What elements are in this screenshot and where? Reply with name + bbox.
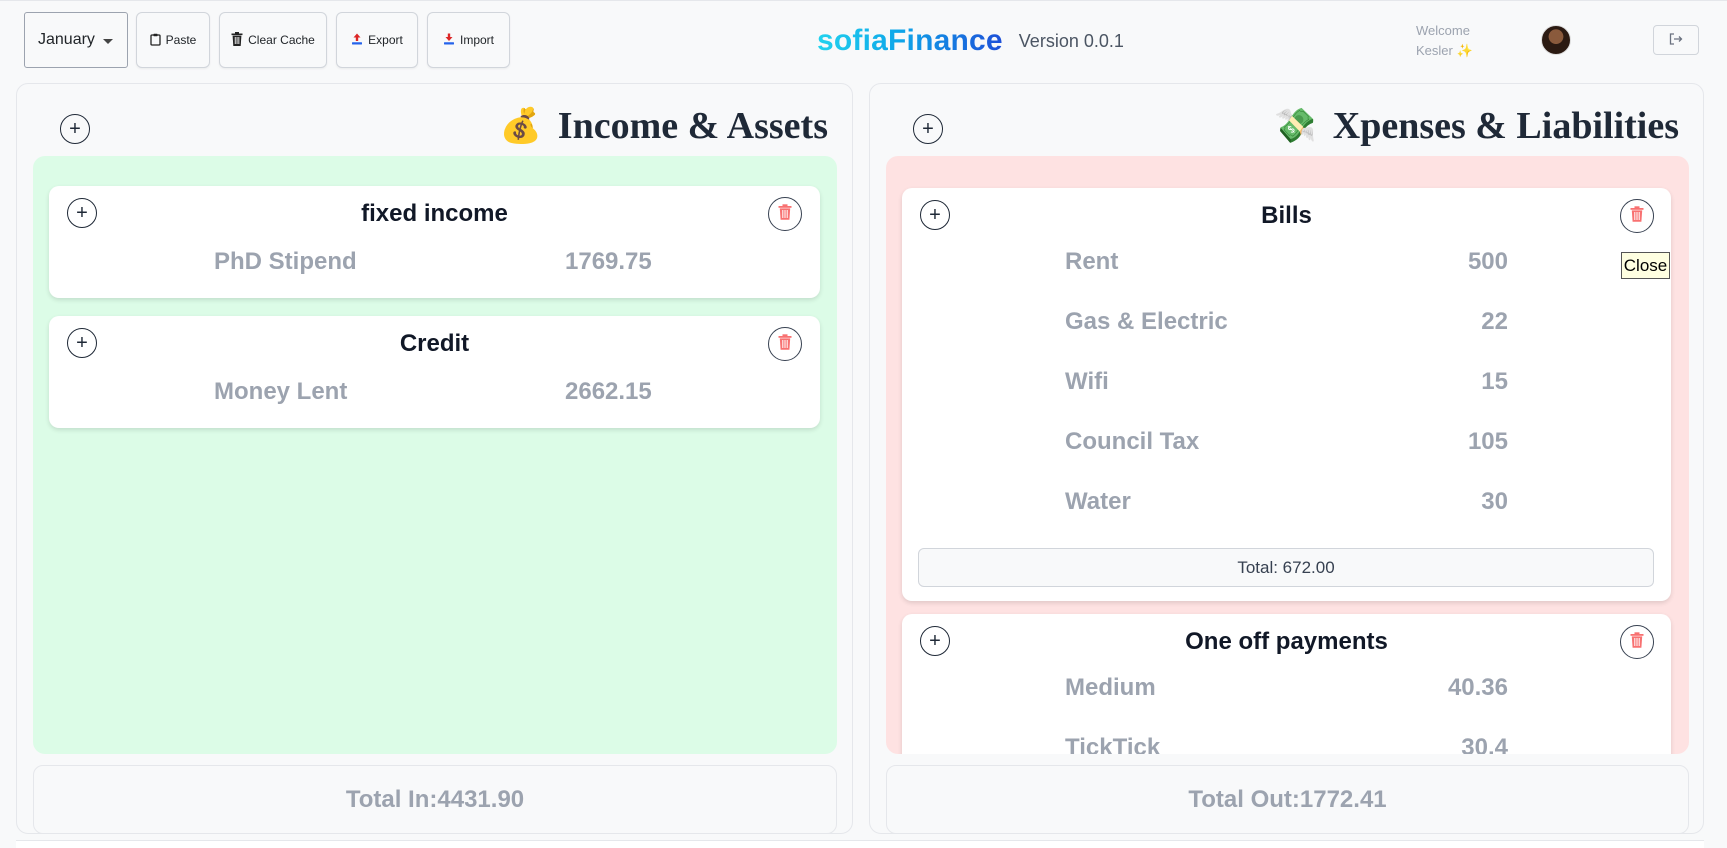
category-title: One off payments bbox=[1185, 628, 1388, 655]
category-title: Bills bbox=[1261, 202, 1312, 229]
item-name[interactable]: Rent bbox=[1065, 248, 1118, 276]
bottom-edge bbox=[16, 840, 1704, 848]
upload-icon bbox=[351, 33, 363, 47]
item-value[interactable]: 105 bbox=[1468, 428, 1508, 456]
import-button-label: Import bbox=[459, 33, 494, 47]
add-expense-category-button[interactable]: + bbox=[913, 114, 943, 144]
download-icon bbox=[443, 33, 455, 47]
month-select[interactable]: January bbox=[24, 12, 128, 68]
logout-icon bbox=[1669, 32, 1683, 48]
paste-button[interactable]: Paste bbox=[136, 12, 210, 68]
trash-icon bbox=[231, 32, 243, 48]
item-name[interactable]: Wifi bbox=[1065, 368, 1109, 396]
add-income-category-button[interactable]: + bbox=[60, 114, 90, 144]
category-card: + One off payments Medium 40.36 TickTick… bbox=[902, 614, 1671, 754]
clear-cache-button-label: Clear Cache bbox=[248, 33, 315, 47]
item-name[interactable]: Water bbox=[1065, 488, 1131, 516]
category-card: + Credit Money Lent 2662.15 bbox=[49, 316, 820, 428]
user-name: Kesler ✨ bbox=[1416, 43, 1473, 58]
item-name[interactable]: Council Tax bbox=[1065, 428, 1199, 456]
expenses-panel: + 💸 Xpenses & Liabilities + Bills Rent 5… bbox=[869, 83, 1704, 834]
category-card: + Bills Rent 500 Gas & Electric 22 Wifi … bbox=[902, 188, 1671, 601]
close-tooltip: Close bbox=[1621, 252, 1670, 279]
item-name[interactable]: TickTick bbox=[1065, 734, 1160, 754]
welcome-label: Welcome bbox=[1416, 23, 1470, 38]
category-title: Credit bbox=[399, 330, 470, 357]
income-panel-title-text: Income & Assets bbox=[557, 105, 828, 147]
income-panel: + 💰 Income & Assets + fixed income PhD S… bbox=[16, 83, 853, 834]
delete-category-button[interactable] bbox=[1620, 625, 1654, 659]
clear-cache-button[interactable]: Clear Cache bbox=[219, 12, 327, 68]
item-value[interactable]: 15 bbox=[1481, 368, 1508, 396]
category-total: Total: 672.00 bbox=[918, 548, 1654, 587]
export-button[interactable]: Export bbox=[336, 12, 418, 68]
income-panel-title: 💰 Income & Assets bbox=[499, 104, 828, 148]
logout-button[interactable] bbox=[1653, 25, 1699, 55]
export-button-label: Export bbox=[368, 33, 403, 47]
avatar[interactable] bbox=[1541, 25, 1571, 55]
plus-circle-icon: + bbox=[922, 118, 934, 140]
category-card: + fixed income PhD Stipend 1769.75 bbox=[49, 186, 820, 298]
plus-circle-icon: + bbox=[69, 118, 81, 140]
chevron-down-icon bbox=[103, 39, 113, 44]
import-button[interactable]: Import bbox=[427, 12, 510, 68]
brand: sofiaFinance Version 0.0.1 bbox=[817, 23, 1124, 59]
expenses-panel-title-text: Xpenses & Liabilities bbox=[1332, 105, 1679, 147]
clipboard-icon bbox=[150, 33, 161, 48]
trash-icon bbox=[1630, 205, 1644, 227]
trash-icon bbox=[778, 333, 792, 355]
trash-icon bbox=[778, 203, 792, 225]
top-bar: January Paste Clear Cache Export Import … bbox=[0, 0, 1727, 80]
item-value[interactable]: 30 bbox=[1481, 488, 1508, 516]
month-select-value: January bbox=[38, 31, 95, 48]
income-categories-area: + fixed income PhD Stipend 1769.75 + Cre… bbox=[33, 156, 837, 754]
category-title: fixed income bbox=[361, 200, 508, 227]
total-out: Total Out:1772.41 bbox=[886, 765, 1689, 834]
item-value[interactable]: 22 bbox=[1481, 308, 1508, 336]
item-value[interactable]: 2662.15 bbox=[565, 378, 652, 406]
item-name[interactable]: PhD Stipend bbox=[214, 248, 357, 276]
item-value[interactable]: 30.4 bbox=[1461, 734, 1508, 754]
item-value[interactable]: 1769.75 bbox=[565, 248, 652, 276]
trash-icon bbox=[1630, 631, 1644, 653]
app-version: Version 0.0.1 bbox=[1018, 30, 1124, 51]
item-value[interactable]: 40.36 bbox=[1448, 674, 1508, 702]
expense-categories-area: + Bills Rent 500 Gas & Electric 22 Wifi … bbox=[886, 156, 1689, 754]
money-bag-icon: 💰 bbox=[499, 108, 542, 145]
paste-button-label: Paste bbox=[165, 33, 197, 47]
money-with-wings-icon: 💸 bbox=[1274, 108, 1317, 145]
item-name[interactable]: Gas & Electric bbox=[1065, 308, 1228, 336]
expenses-panel-title: 💸 Xpenses & Liabilities bbox=[1274, 104, 1679, 148]
welcome-message: Welcome Kesler ✨ bbox=[1416, 21, 1473, 61]
delete-category-button[interactable] bbox=[1620, 199, 1654, 233]
brand-logo-text: sofiaFinance bbox=[817, 24, 1003, 57]
item-name[interactable]: Medium bbox=[1065, 674, 1156, 702]
item-name[interactable]: Money Lent bbox=[214, 378, 347, 406]
total-in: Total In:4431.90 bbox=[33, 765, 837, 834]
delete-category-button[interactable] bbox=[768, 197, 802, 231]
item-value[interactable]: 500 bbox=[1468, 248, 1508, 276]
delete-category-button[interactable] bbox=[768, 327, 802, 361]
